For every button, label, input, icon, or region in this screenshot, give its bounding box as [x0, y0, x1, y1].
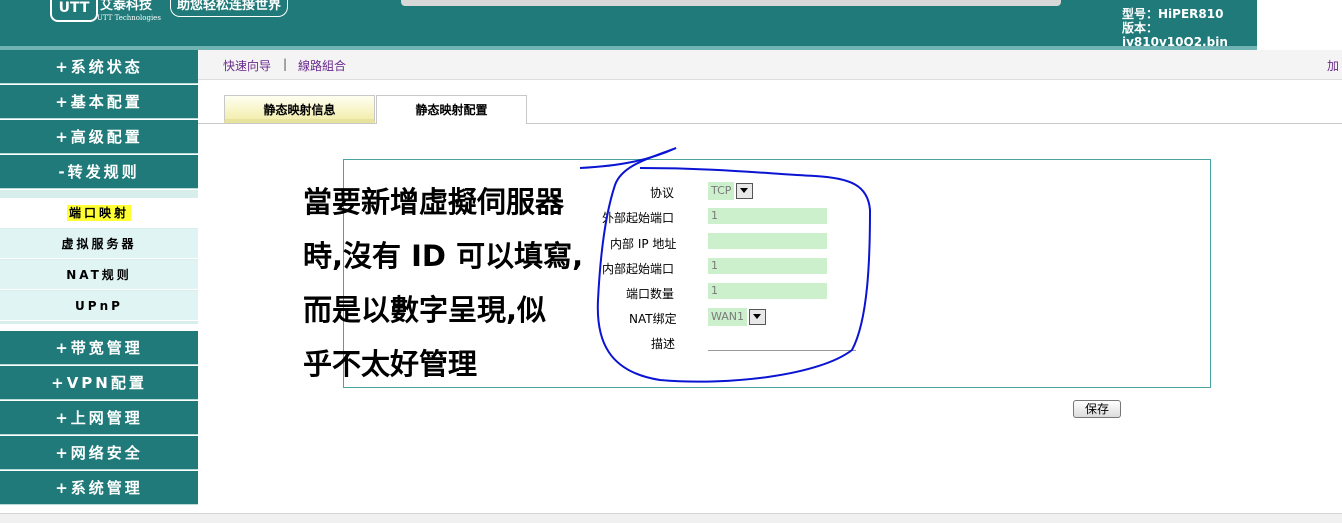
line-combination-link[interactable]: 線路組合 [298, 57, 346, 74]
header-search-bar [401, 0, 1061, 6]
annotation-line-4: 乎不太好管理 [303, 347, 478, 381]
submenu-virtual-server[interactable]: 虚拟服务器 [0, 229, 198, 259]
menu-vpn-config[interactable]: +VPN配置 [0, 366, 198, 400]
internal-port-input[interactable]: 1 [708, 258, 827, 274]
annotation-line-3: 而是以數字呈現,似 [303, 293, 547, 327]
breadcrumb-separator: | [283, 57, 288, 71]
protocol-value: TCP [708, 182, 735, 200]
internal-ip-input[interactable] [708, 233, 827, 249]
submenu-port-mapping[interactable]: 端口映射 [0, 198, 198, 228]
annotation-line-1: 當要新增虛擬伺服器 [303, 185, 565, 219]
menu-internet-management[interactable]: +上网管理 [0, 401, 198, 435]
internal-ip-label: 内部 IP 地址 [610, 237, 677, 251]
brand-english: UTT Technologies [97, 14, 161, 22]
brand-name: 艾泰科技 [100, 0, 153, 13]
tab-divider [198, 123, 1342, 124]
menu-network-security[interactable]: +网络安全 [0, 436, 198, 470]
menu-basic-config[interactable]: +基本配置 [0, 85, 198, 119]
protocol-label: 协议 [650, 186, 675, 200]
header-bar: UTT 艾泰科技 UTT Technologies 助您轻松连接世界 型号：Hi… [0, 0, 1257, 49]
nat-bind-label: NAT绑定 [629, 312, 677, 326]
version-text: 版本：iv810v10Q2.bin [1122, 21, 1228, 49]
right-link[interactable]: 加 [1327, 57, 1339, 74]
utt-logo: UTT [50, 0, 98, 22]
port-count-label: 端口数量 [626, 287, 675, 301]
submenu-upnp[interactable]: UPnP [0, 291, 198, 321]
menu-system-management[interactable]: +系统管理 [0, 471, 198, 505]
submenu-area: 端口映射 虚拟服务器 NAT规则 UPnP [0, 190, 198, 324]
external-port-label: 外部起始端口 [602, 211, 675, 225]
port-count-input[interactable]: 1 [708, 283, 827, 299]
annotation-line-2: 時,沒有 ID 可以填寫, [303, 239, 584, 273]
menu-advanced-config[interactable]: +高级配置 [0, 120, 198, 154]
description-label: 描述 [651, 337, 676, 351]
nat-bind-value: WAN1 [708, 308, 748, 326]
menu-bandwidth[interactable]: +带宽管理 [0, 331, 198, 365]
chevron-down-icon [749, 309, 767, 325]
quick-wizard-link[interactable]: 快速向导 [223, 57, 271, 74]
menu-system-status[interactable]: +系统状态 [0, 50, 198, 84]
tab-static-mapping-info[interactable]: 静态映射信息 [224, 95, 375, 123]
chevron-down-icon [736, 183, 754, 199]
save-button[interactable]: 保存 [1073, 400, 1121, 418]
protocol-select[interactable]: TCP [708, 182, 754, 200]
external-port-input[interactable]: 1 [708, 208, 827, 224]
submenu-nat-rules[interactable]: NAT规则 [0, 260, 198, 290]
description-input[interactable] [708, 350, 856, 351]
sidebar: +系统状态 +基本配置 +高级配置 -转发规则 端口映射 虚拟服务器 NAT规则… [0, 50, 198, 507]
internal-port-label: 内部起始端口 [602, 262, 675, 276]
device-info: 型号：HiPER810 版本：iv810v10Q2.bin [1122, 7, 1257, 49]
submenu-label: 端口映射 [66, 205, 131, 221]
menu-forwarding-rules[interactable]: -转发规则 [0, 155, 198, 189]
breadcrumb: 快速向导 | 線路組合 加 [198, 50, 1342, 80]
slogan: 助您轻松连接世界 [170, 0, 289, 17]
tab-static-mapping-config[interactable]: 静态映射配置 [376, 95, 527, 124]
model-text: 型号：HiPER810 [1122, 7, 1224, 21]
nat-bind-select[interactable]: WAN1 [708, 308, 767, 326]
